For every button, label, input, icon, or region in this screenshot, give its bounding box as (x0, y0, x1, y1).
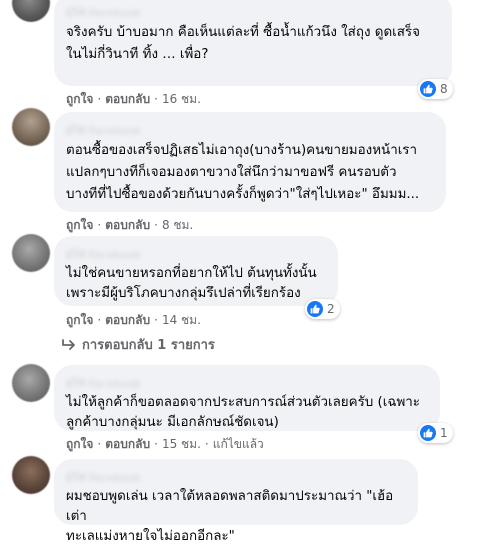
comment-text: ไม่ใช่คนขายหรอกที่อยากให้ไป ต้นทุนทั้งนั… (66, 266, 317, 301)
comment-bubble: ผู้ใช้ Facebook ผมชอบพูดเล่น เวลาใต้หลอด… (54, 459, 418, 544)
comment-text: ตอนซื้อของเสร็จปฏิเสธไม่เอาถุง(บางร้าน)ค… (66, 143, 420, 202)
comment-time[interactable]: 14 ชม. (162, 313, 201, 327)
like-link[interactable]: ถูกใจ (66, 313, 93, 327)
comment-text: ผมชอบพูดเล่น เวลาใต้หลอดพลาสติดมาประมาณว… (66, 489, 394, 544)
reply-link[interactable]: ตอบกลับ (105, 437, 150, 451)
like-link[interactable]: ถูกใจ (66, 92, 93, 106)
thumbs-up-icon (420, 81, 436, 97)
comment-author[interactable]: ผู้ใช้ Facebook (66, 375, 428, 387)
like-link[interactable]: ถูกใจ (66, 437, 93, 451)
comment-bubble: ผู้ใช้ Facebook ตอนซื้อของเสร็จปฏิเสธไม่… (54, 112, 446, 212)
reaction-count-badge[interactable]: 2 (305, 299, 340, 319)
comment-actions: ถูกใจ · ตอบกลับ · 16 ชม. (66, 92, 201, 106)
avatar[interactable] (12, 0, 50, 22)
comment-actions: ถูกใจ · ตอบกลับ · 15 ชม. · แก้ไขแล้ว (66, 437, 264, 451)
comment-bubble: ผู้ใช้ Facebook จริงครับ บ้าบอมาก คือเห็… (54, 0, 452, 86)
avatar[interactable] (12, 456, 50, 494)
comment-time[interactable]: 15 ชม. (162, 437, 201, 451)
comment-bubble: ผู้ใช้ Facebook ไม่ใช่คนขายหรอกที่อยากให… (54, 236, 338, 306)
comment-actions: ถูกใจ · ตอบกลับ · 14 ชม. (66, 313, 201, 327)
comment-author[interactable]: ผู้ใช้ Facebook (66, 469, 406, 481)
reply-link[interactable]: ตอบกลับ (105, 218, 150, 232)
reply-link[interactable]: ตอบกลับ (105, 92, 150, 106)
comment-time[interactable]: 16 ชม. (162, 92, 201, 106)
reply-arrow-icon (62, 338, 75, 350)
view-replies-link[interactable]: การตอบกลับ 1 รายการ (62, 334, 215, 355)
replies-label: การตอบกลับ 1 รายการ (82, 338, 215, 353)
reaction-count: 2 (327, 302, 335, 316)
avatar[interactable] (12, 234, 50, 272)
comment-actions: ถูกใจ · ตอบกลับ · 8 ชม. (66, 218, 194, 232)
reaction-count: 8 (440, 82, 448, 96)
comment-time[interactable]: 8 ชม. (162, 218, 193, 232)
comment-text: จริงครับ บ้าบอมาก คือเห็นแต่ละที่ ซื้อน้… (66, 25, 420, 62)
edited-label[interactable]: แก้ไขแล้ว (213, 437, 264, 451)
thumbs-up-icon (420, 425, 436, 441)
thumbs-up-icon (307, 301, 323, 317)
reply-link[interactable]: ตอบกลับ (105, 313, 150, 327)
avatar[interactable] (12, 108, 50, 146)
reaction-count-badge[interactable]: 8 (418, 79, 453, 99)
comment-bubble: ผู้ใช้ Facebook ไม่ให้ลูกค้าก็ขอตลอดจากป… (54, 365, 440, 431)
comment-author[interactable]: ผู้ใช้ Facebook (66, 4, 440, 16)
reaction-count: 1 (440, 426, 448, 440)
comment-author[interactable]: ผู้ใช้ Facebook (66, 246, 326, 258)
avatar[interactable] (12, 364, 50, 402)
like-link[interactable]: ถูกใจ (66, 218, 93, 232)
comment-text: ไม่ให้ลูกค้าก็ขอตลอดจากประสบการณ์ส่วนตัว… (66, 395, 420, 430)
comment-author[interactable]: ผู้ใช้ Facebook (66, 122, 434, 134)
reaction-count-badge[interactable]: 1 (418, 423, 453, 443)
